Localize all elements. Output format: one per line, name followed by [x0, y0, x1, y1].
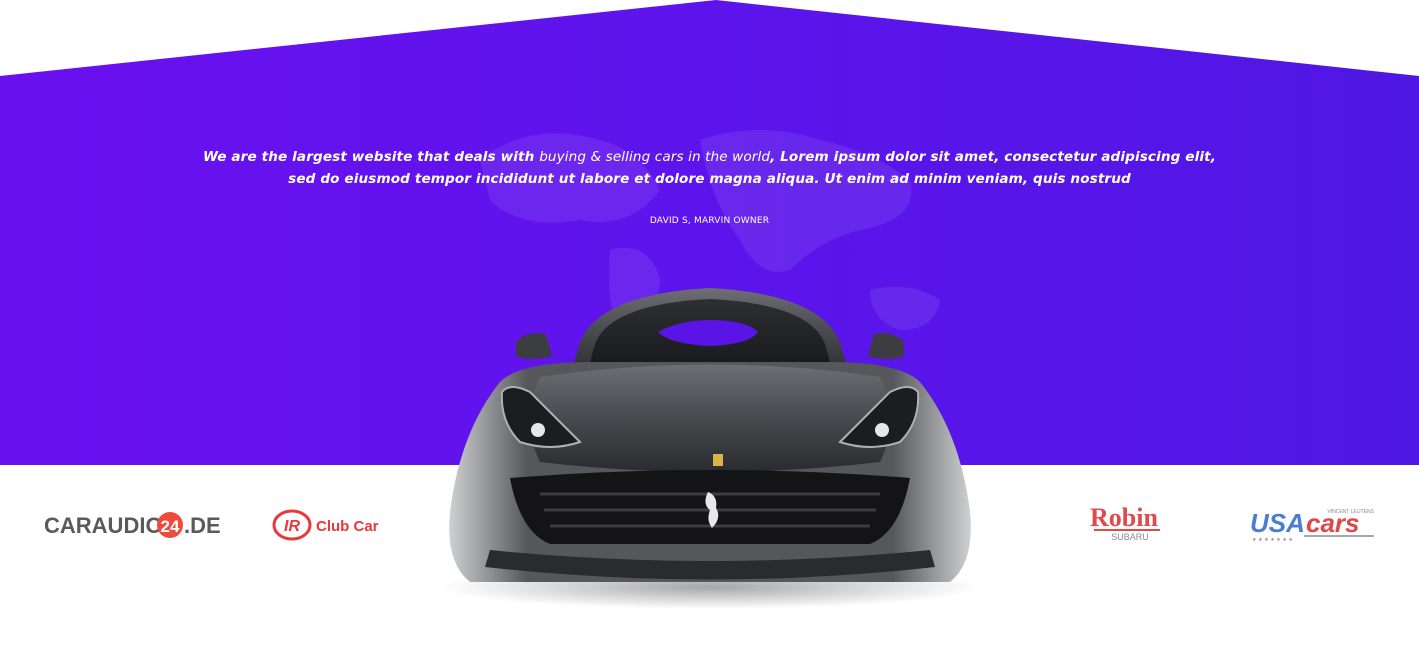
caraudio-text-right: .DE: [184, 513, 221, 538]
usacars-stars: ★ ★ ★ ★ ★ ★ ★: [1252, 537, 1293, 543]
clubcar-badge-text: IR: [284, 518, 300, 535]
caraudio-badge-text: 24: [161, 517, 180, 536]
robin-text: Robin: [1090, 503, 1158, 532]
quote-text-part1: We are the largest website that deals wi…: [203, 149, 540, 165]
quote-text-part2: buying & selling cars in the world: [539, 149, 771, 165]
sports-car-image: [440, 288, 980, 609]
caraudio-text-left: CARAUDIO: [44, 513, 163, 538]
testimonial-quote: We are the largest website that deals wi…: [200, 146, 1219, 190]
robin-subtext: SUBARU: [1111, 532, 1149, 542]
brand-logo-caraudio24[interactable]: CARAUDIO 24 .DE: [44, 505, 234, 545]
brand-logo-usacars[interactable]: VINCENT LEIJTENS USA cars ★ ★ ★ ★ ★ ★ ★: [1248, 504, 1378, 544]
brand-logo-robin-subaru[interactable]: Robin SUBARU: [1074, 502, 1174, 546]
brand-logo-clubcar[interactable]: IR Club Car: [272, 505, 392, 545]
clubcar-text: Club Car: [316, 518, 379, 535]
testimonial-author: DAVID S, MARVIN OWNER: [649, 216, 770, 226]
usacars-text-right: cars: [1306, 508, 1360, 538]
usacars-text-left: USA: [1250, 508, 1305, 538]
